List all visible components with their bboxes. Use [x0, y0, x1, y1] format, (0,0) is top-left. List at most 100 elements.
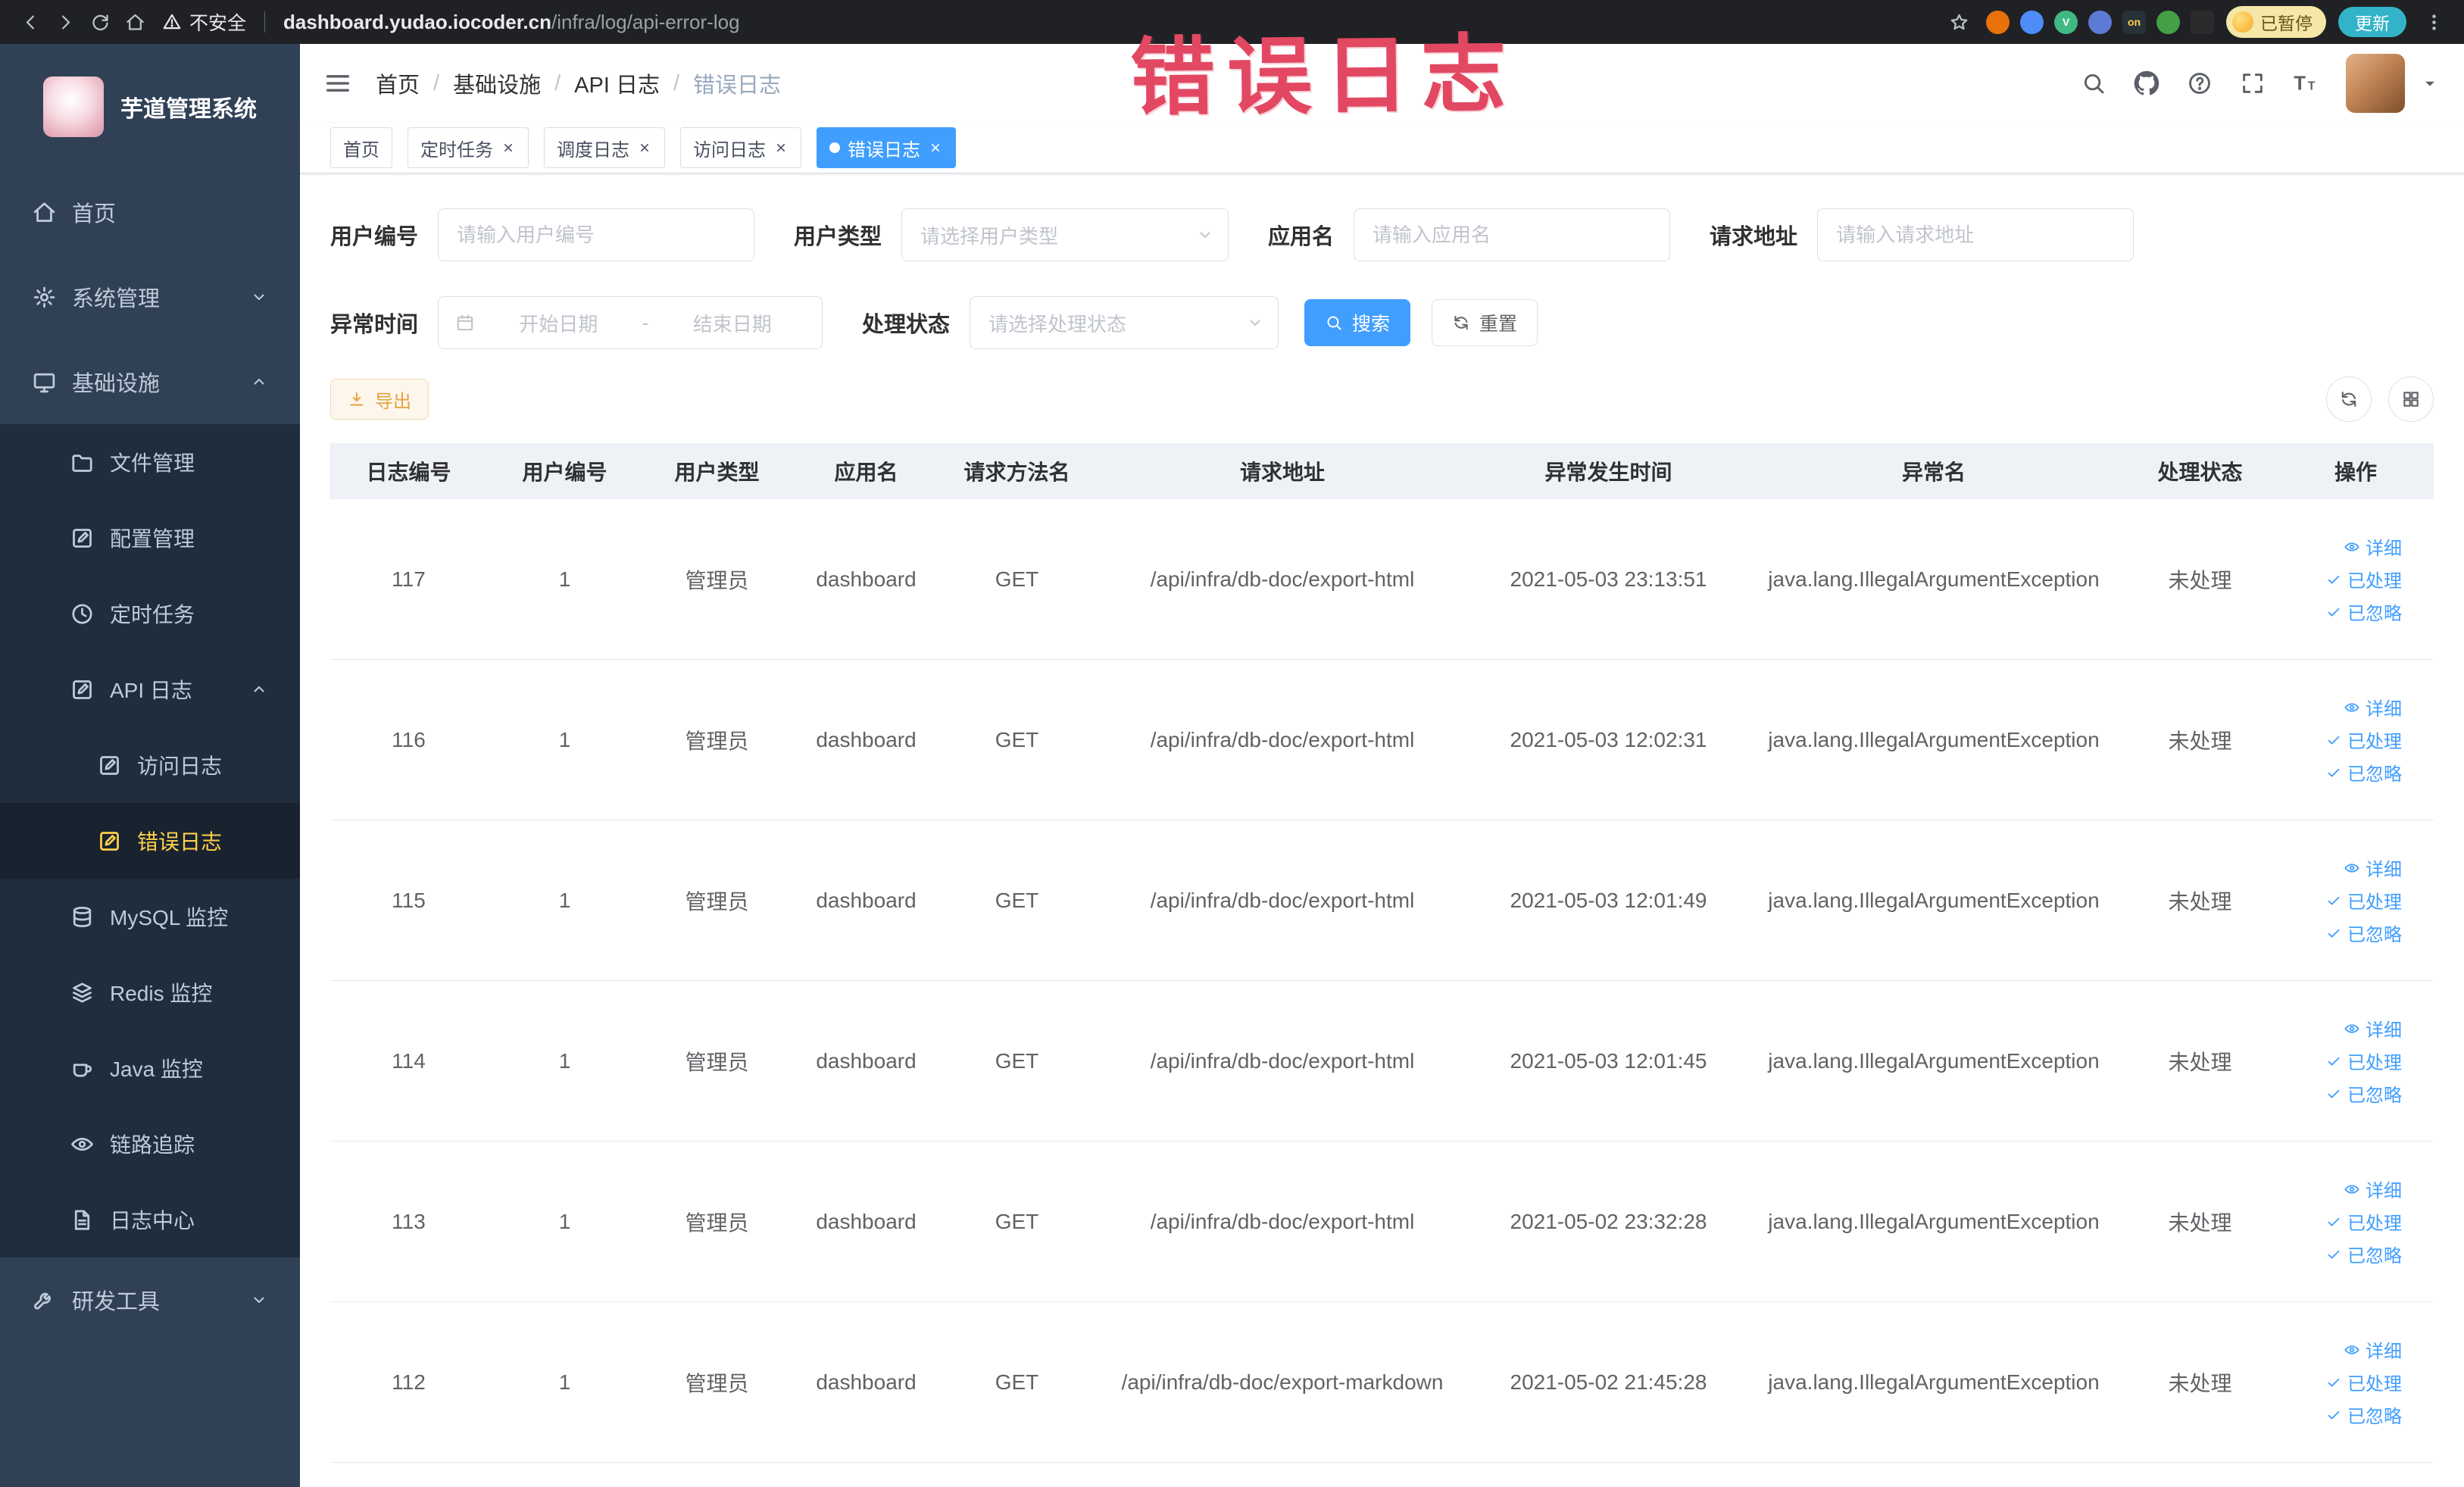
sidebar-item-redis[interactable]: Redis 监控 — [0, 954, 300, 1030]
sidebar-item-label: API 日志 — [110, 679, 192, 702]
action-详细[interactable]: 详细 — [2344, 1176, 2402, 1202]
browser-menu-icon[interactable] — [2419, 7, 2449, 37]
date-range-picker[interactable]: 开始日期 - 结束日期 — [438, 296, 823, 349]
proxy-switch-icon[interactable]: on — [2122, 10, 2146, 34]
action-详细[interactable]: 详细 — [2344, 533, 2402, 560]
security-indicator[interactable]: 不安全 — [162, 8, 246, 36]
request-url-input[interactable] — [1817, 208, 2135, 261]
extension-green-icon[interactable] — [2156, 10, 2180, 34]
bookmark-star-icon[interactable] — [1944, 7, 1974, 37]
sidebar-item-log-center[interactable]: 日志中心 — [0, 1182, 300, 1257]
action-已忽略[interactable]: 已忽略 — [2325, 598, 2402, 625]
refresh-table-button[interactable] — [2326, 376, 2372, 422]
sidebar-item-trace[interactable]: 链路追踪 — [0, 1106, 300, 1182]
close-icon[interactable] — [928, 140, 943, 155]
browser-home-icon[interactable] — [120, 7, 150, 37]
action-已处理[interactable]: 已处理 — [2325, 887, 2402, 914]
sidebar-item-label: 定时任务 — [110, 603, 195, 626]
search-icon[interactable] — [2081, 70, 2106, 96]
sidebar-item-dev-tools[interactable]: 研发工具 — [0, 1257, 300, 1342]
question-icon[interactable] — [2187, 70, 2213, 96]
url-bar[interactable]: dashboard.yudao.iocoder.cn/infra/log/api… — [283, 11, 740, 34]
chevron-down-icon — [250, 288, 268, 306]
sidebar-item-error-log[interactable]: 错误日志 — [0, 803, 300, 879]
tab-定时任务[interactable]: 定时任务 — [408, 127, 529, 168]
cell-app_name: dashboard — [816, 888, 917, 912]
table-row: 115 1 管理员 dashboard GET/api/infra/db-doc/exp… — [330, 820, 2434, 981]
avatar-caret-down-icon[interactable] — [2422, 75, 2438, 92]
action-已处理[interactable]: 已处理 — [2325, 1369, 2402, 1395]
action-已忽略[interactable]: 已忽略 — [2325, 759, 2402, 786]
breadcrumb-item[interactable]: 首页 — [376, 67, 420, 99]
tab-首页[interactable]: 首页 — [330, 127, 392, 168]
cell-method: GET — [995, 567, 1039, 591]
action-已忽略[interactable]: 已忽略 — [2325, 1241, 2402, 1267]
app-title: 芋道管理系统 — [120, 97, 257, 122]
tab-错误日志[interactable]: 错误日志 — [817, 127, 956, 168]
sidebar-item-job[interactable]: 定时任务 — [0, 576, 300, 651]
filter-user-type: 用户类型 请选择用户类型 — [794, 208, 1229, 261]
tab-调度日志[interactable]: 调度日志 — [544, 127, 665, 168]
cell-log_id: 117 — [392, 567, 426, 591]
sidebar-item-system[interactable]: 系统管理 — [0, 255, 300, 339]
avatar[interactable] — [2346, 54, 2405, 113]
cell-user_id: 1 — [558, 888, 571, 912]
extension-blue-icon[interactable] — [2020, 10, 2044, 34]
cell-user_type: 管理员 — [685, 1371, 749, 1395]
action-label: 已忽略 — [2347, 1407, 2402, 1427]
close-icon[interactable] — [773, 140, 789, 155]
pencil-square-icon — [70, 677, 95, 702]
export-button[interactable]: 导出 — [330, 379, 429, 420]
sync-paused-badge[interactable]: 已暂停 — [2226, 6, 2326, 38]
user-id-input[interactable] — [438, 208, 755, 261]
fullscreen-icon[interactable] — [2240, 70, 2266, 96]
sidebar-item-home[interactable]: 首页 — [0, 170, 300, 255]
breadcrumb-item[interactable]: API 日志 — [574, 67, 660, 99]
app-name-input[interactable] — [1354, 208, 1671, 261]
check-icon — [2325, 604, 2342, 620]
action-详细[interactable]: 详细 — [2344, 694, 2402, 720]
sidebar-item-api-log[interactable]: API 日志 — [0, 651, 300, 727]
action-已处理[interactable]: 已处理 — [2325, 1048, 2402, 1074]
extension-grid-icon[interactable] — [2088, 10, 2112, 34]
sidebar-item-java[interactable]: Java 监控 — [0, 1030, 300, 1106]
column-settings-button[interactable] — [2388, 376, 2434, 422]
app-logo[interactable]: 芋道管理系统 — [0, 44, 300, 170]
action-label: 详细 — [2366, 1020, 2402, 1041]
action-详细[interactable]: 详细 — [2344, 854, 2402, 881]
action-label: 已处理 — [2347, 571, 2402, 592]
action-详细[interactable]: 详细 — [2344, 1336, 2402, 1363]
hamburger-icon[interactable] — [323, 68, 353, 98]
cell-app_name: dashboard — [816, 1370, 917, 1394]
sidebar-item-config[interactable]: 配置管理 — [0, 500, 300, 576]
vue-devtools-icon[interactable]: V — [2054, 10, 2078, 34]
user-type-select[interactable]: 请选择用户类型 — [901, 208, 1229, 261]
action-已处理[interactable]: 已处理 — [2325, 566, 2402, 592]
sidebar-item-access-log[interactable]: 访问日志 — [0, 727, 300, 803]
sidebar-item-label: 错误日志 — [137, 830, 223, 854]
browser-update-button[interactable]: 更新 — [2338, 7, 2406, 37]
font-size-icon[interactable]: TT — [2293, 70, 2319, 96]
action-已忽略[interactable]: 已忽略 — [2325, 920, 2402, 946]
breadcrumb-item[interactable]: 基础设施 — [453, 67, 541, 99]
close-icon[interactable] — [501, 140, 516, 155]
browser-forward-icon[interactable] — [50, 7, 80, 37]
process-status-select[interactable]: 请选择处理状态 — [970, 296, 1279, 349]
action-已处理[interactable]: 已处理 — [2325, 726, 2402, 753]
action-详细[interactable]: 详细 — [2344, 1015, 2402, 1042]
action-已处理[interactable]: 已处理 — [2325, 1208, 2402, 1235]
tampermonkey-icon[interactable] — [2191, 10, 2214, 34]
browser-reload-icon[interactable] — [85, 7, 115, 37]
sidebar-item-file[interactable]: 文件管理 — [0, 424, 300, 500]
github-icon[interactable] — [2134, 70, 2160, 96]
tab-访问日志[interactable]: 访问日志 — [680, 127, 801, 168]
sidebar-item-mysql[interactable]: MySQL 监控 — [0, 879, 300, 954]
browser-back-icon[interactable] — [15, 7, 45, 37]
extension-orange-icon[interactable] — [1986, 10, 2010, 34]
sidebar-item-infra[interactable]: 基础设施 — [0, 339, 300, 424]
search-button[interactable]: 搜索 — [1304, 299, 1411, 346]
reset-button[interactable]: 重置 — [1432, 299, 1538, 346]
action-已忽略[interactable]: 已忽略 — [2325, 1401, 2402, 1428]
action-已忽略[interactable]: 已忽略 — [2325, 1080, 2402, 1107]
close-icon[interactable] — [637, 140, 652, 155]
